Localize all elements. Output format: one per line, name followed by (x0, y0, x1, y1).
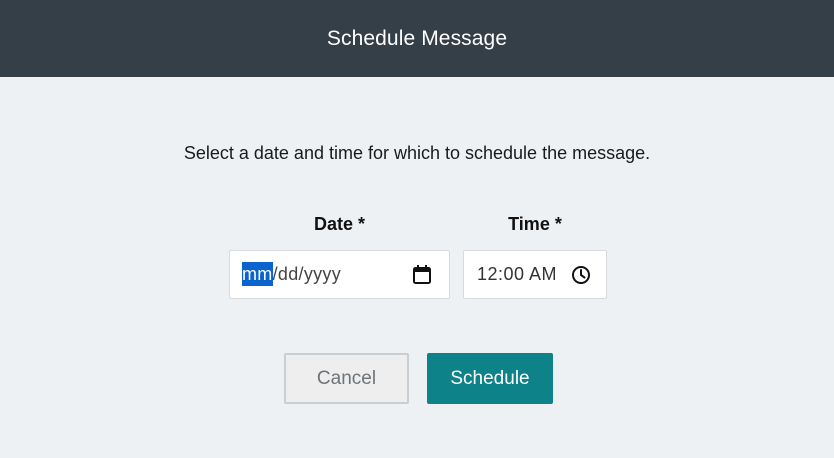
date-month-segment[interactable]: mm (242, 262, 273, 286)
time-input[interactable]: 12:00 AM (463, 250, 607, 299)
date-placeholder-rest[interactable]: /dd/yyyy (273, 264, 341, 284)
dialog-header: Schedule Message (0, 0, 834, 77)
dialog-title: Schedule Message (326, 26, 508, 50)
calendar-icon[interactable] (411, 264, 432, 285)
date-input-value[interactable]: mm/dd/yyyy (242, 251, 341, 298)
cancel-button[interactable]: Cancel (284, 353, 409, 404)
date-input[interactable]: mm/dd/yyyy (229, 250, 450, 299)
instructions-text: Select a date and time for which to sche… (183, 143, 651, 163)
schedule-message-dialog: Schedule Message Select a date and time … (0, 0, 834, 458)
date-label: Date * (313, 214, 366, 234)
time-label: Time * (508, 214, 562, 234)
clock-icon[interactable] (570, 264, 591, 285)
time-input-value[interactable]: 12:00 AM (477, 251, 557, 298)
schedule-button[interactable]: Schedule (427, 353, 553, 404)
